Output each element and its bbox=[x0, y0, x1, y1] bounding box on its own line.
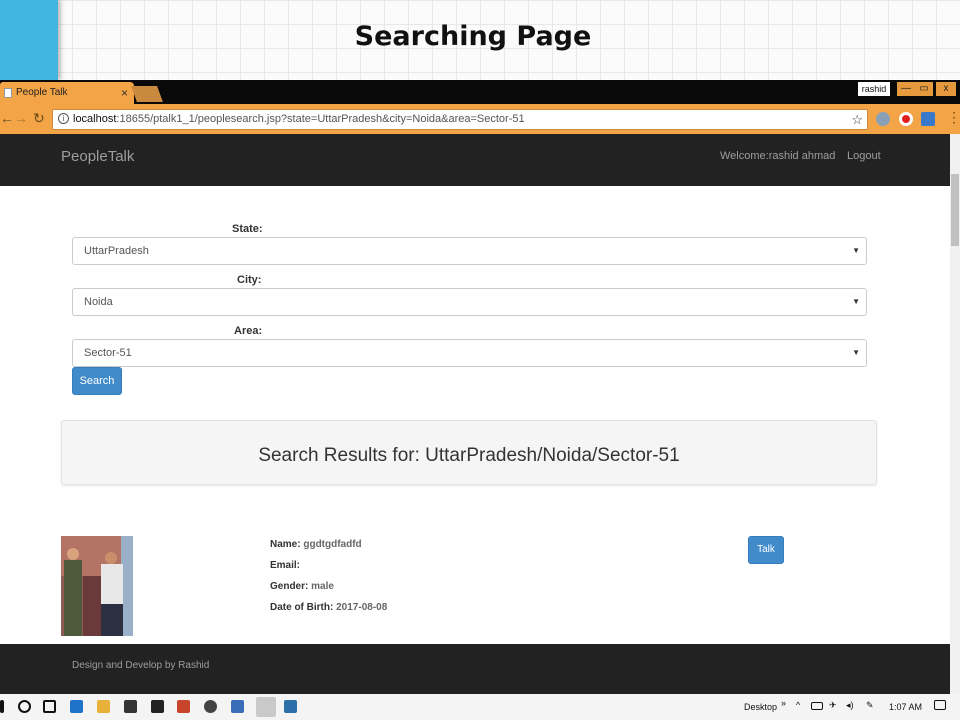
profile-user-badge[interactable]: rashid bbox=[858, 82, 890, 96]
slide-header: Searching Page bbox=[0, 0, 960, 80]
clock-time[interactable]: 1:07 AM bbox=[889, 702, 922, 712]
person-dob: 2017-08-08 bbox=[336, 602, 388, 613]
windows-taskbar: Desktop » ^ ✈ ◂) ✎ 1:07 AM bbox=[0, 694, 960, 720]
volume-icon[interactable]: ◂) bbox=[846, 700, 854, 711]
browser-toolbar: ← → ↻ i localhost:18655/ptalk1_1/peoples… bbox=[0, 104, 960, 134]
scrollbar-thumb[interactable] bbox=[951, 174, 959, 246]
browser-tab[interactable]: People Talk × bbox=[0, 82, 134, 104]
store-icon[interactable] bbox=[124, 700, 137, 713]
site-footer: Design and Develop by Rashid bbox=[0, 644, 950, 694]
chevron-down-icon: ▼ bbox=[852, 348, 860, 357]
city-selected-value: Noida bbox=[84, 296, 113, 308]
name-label: Name: bbox=[270, 539, 301, 550]
slide-title: Searching Page bbox=[354, 21, 592, 52]
site-navbar: PeopleTalk Welcome:rashid ahmad Logout bbox=[0, 134, 950, 186]
close-tab-icon[interactable]: × bbox=[121, 82, 128, 104]
gender-label: Gender: bbox=[270, 581, 309, 592]
network-icon[interactable]: ✈ bbox=[829, 700, 837, 711]
search-button[interactable]: Search bbox=[72, 367, 122, 395]
profile-photo bbox=[61, 536, 133, 636]
mail-icon[interactable] bbox=[151, 700, 164, 713]
dob-label: Date of Birth: bbox=[270, 602, 334, 613]
start-icon[interactable] bbox=[0, 700, 4, 713]
footer-credit: Design and Develop by Rashid bbox=[72, 660, 210, 671]
maximize-button[interactable]: ▭ bbox=[915, 82, 933, 96]
area-select[interactable]: Sector-51 ▼ bbox=[72, 339, 867, 367]
city-label: City: bbox=[237, 274, 262, 286]
person-gender: male bbox=[311, 581, 334, 592]
app-icon[interactable] bbox=[204, 700, 217, 713]
logout-link[interactable]: Logout bbox=[847, 150, 881, 162]
edge-icon[interactable] bbox=[70, 700, 83, 713]
file-explorer-icon[interactable] bbox=[97, 700, 110, 713]
tab-title: People Talk bbox=[16, 87, 68, 98]
page-scrollbar[interactable] bbox=[950, 134, 960, 694]
task-view-icon[interactable] bbox=[43, 700, 56, 713]
area-label: Area: bbox=[234, 325, 263, 337]
extension-globe-icon[interactable] bbox=[876, 112, 890, 126]
brand-link[interactable]: PeopleTalk bbox=[61, 148, 134, 165]
app-cube-icon[interactable] bbox=[231, 700, 244, 713]
chevron-down-icon: ▼ bbox=[852, 297, 860, 306]
address-bar[interactable]: i localhost:18655/ptalk1_1/peoplesearch.… bbox=[52, 109, 868, 130]
bookmark-star-icon[interactable]: ☆ bbox=[851, 110, 863, 129]
person-name: ggdtgdfadfd bbox=[303, 539, 362, 550]
state-selected-value: UttarPradesh bbox=[84, 245, 149, 257]
chevron-down-icon: ▼ bbox=[852, 246, 860, 255]
pen-icon[interactable]: ✎ bbox=[866, 700, 874, 711]
chrome-icon[interactable] bbox=[256, 697, 276, 717]
person-name-row: Name: ggdtgdfadfd bbox=[270, 539, 362, 550]
minimize-button[interactable]: — bbox=[897, 82, 915, 96]
talk-button[interactable]: Talk bbox=[748, 536, 784, 564]
results-heading: Search Results for: UttarPradesh/Noida/S… bbox=[258, 445, 680, 466]
welcome-text[interactable]: Welcome:rashid ahmad bbox=[720, 150, 835, 162]
email-label: Email: bbox=[270, 560, 301, 571]
notification-icon[interactable] bbox=[934, 700, 946, 710]
page-icon bbox=[4, 88, 12, 98]
person-dob-row: Date of Birth: 2017-08-08 bbox=[270, 602, 387, 613]
url-host: localhost bbox=[73, 113, 117, 125]
cortana-icon[interactable] bbox=[18, 700, 31, 713]
overflow-chevron-icon[interactable]: » bbox=[781, 698, 786, 708]
state-select[interactable]: UttarPradesh ▼ bbox=[72, 237, 867, 265]
area-selected-value: Sector-51 bbox=[84, 347, 132, 359]
opera-extension-icon[interactable] bbox=[899, 112, 913, 126]
state-label: State: bbox=[232, 223, 263, 235]
city-select[interactable]: Noida ▼ bbox=[72, 288, 867, 316]
forward-arrow-icon[interactable]: → bbox=[14, 110, 28, 126]
close-window-button[interactable]: x bbox=[936, 82, 956, 96]
netbeans-icon[interactable] bbox=[284, 700, 297, 713]
person-gender-row: Gender: male bbox=[270, 581, 334, 592]
person-email-row: Email: bbox=[270, 560, 300, 571]
reload-icon[interactable]: ↻ bbox=[33, 110, 45, 127]
desktop-toolbar-label[interactable]: Desktop bbox=[744, 702, 777, 712]
powerpoint-icon[interactable] bbox=[177, 700, 190, 713]
battery-icon[interactable] bbox=[811, 702, 823, 710]
menu-icon[interactable]: ⋮ bbox=[947, 109, 960, 126]
tray-expand-icon[interactable]: ^ bbox=[796, 700, 800, 710]
back-arrow-icon[interactable]: ← bbox=[0, 110, 14, 126]
new-tab-button[interactable] bbox=[131, 86, 163, 102]
browser-tab-strip: People Talk × rashid — ▭ x bbox=[0, 80, 960, 104]
results-panel: Search Results for: UttarPradesh/Noida/S… bbox=[61, 420, 877, 485]
extension-cube-icon[interactable] bbox=[921, 112, 935, 126]
url-path: :18655/ptalk1_1/peoplesearch.jsp?state=U… bbox=[116, 113, 525, 125]
info-icon[interactable]: i bbox=[58, 113, 69, 124]
